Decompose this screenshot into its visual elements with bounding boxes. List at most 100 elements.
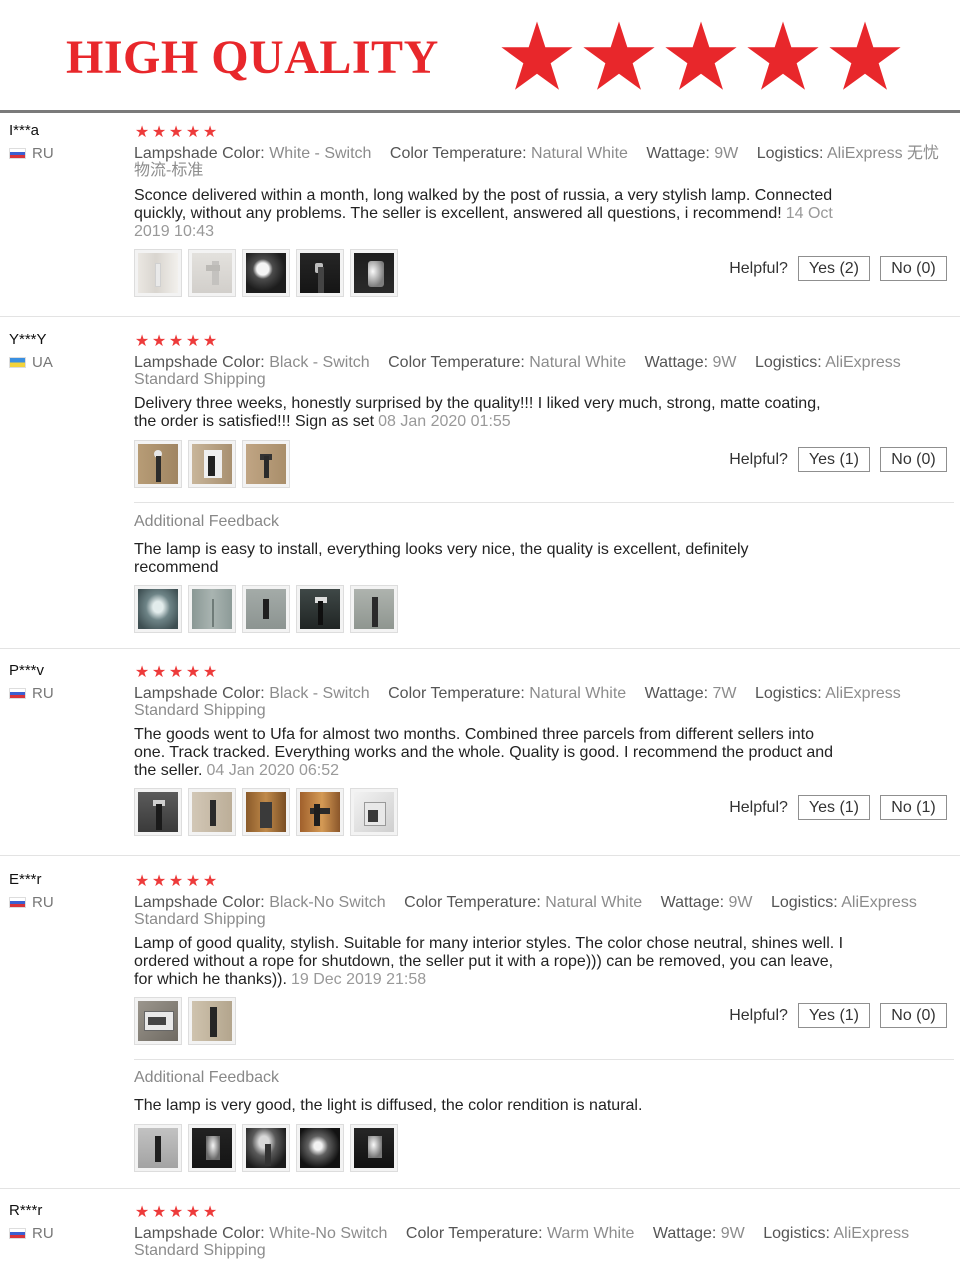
reviewer-country: UA: [9, 354, 53, 371]
review-separator: [0, 648, 960, 649]
lampshade-value: Black - Switch: [269, 685, 370, 702]
lampshade-value: White - Switch: [269, 145, 372, 162]
helpful-no-button[interactable]: No (1): [880, 795, 947, 820]
review-photo[interactable]: [134, 440, 182, 488]
star-icon: ★: [151, 664, 167, 681]
lampshade-value: Black-No Switch: [269, 894, 386, 911]
review-photo[interactable]: [188, 997, 236, 1045]
review-photo[interactable]: [188, 788, 236, 836]
review-separator: [0, 1188, 960, 1189]
additional-feedback-text: The lamp is very good, the light is diff…: [134, 1097, 643, 1114]
photo-gallery: [134, 249, 398, 297]
helpful-no-button[interactable]: No (0): [880, 1003, 947, 1028]
quality-banner: HIGH QUALITY: [0, 0, 960, 113]
star-icon: [747, 21, 819, 90]
star-rating: ★ ★ ★ ★ ★: [134, 125, 218, 141]
review-photo[interactable]: [134, 1124, 182, 1172]
helpful-yes-button[interactable]: Yes (1): [797, 447, 870, 472]
reviewer-country: RU: [9, 145, 54, 162]
review-photo[interactable]: [242, 249, 290, 297]
review-photo[interactable]: [134, 249, 182, 297]
review-photo[interactable]: [242, 585, 290, 633]
review-photo[interactable]: [188, 1124, 236, 1172]
review-photo[interactable]: [242, 788, 290, 836]
review-date: 04 Jan 2020 06:52: [206, 762, 340, 779]
review-photo[interactable]: [296, 249, 344, 297]
country-code: RU: [32, 145, 54, 162]
country-code: UA: [32, 354, 53, 371]
reviewer-name: E***r: [9, 871, 42, 888]
review-photo[interactable]: [188, 249, 236, 297]
review-photo[interactable]: [242, 440, 290, 488]
product-attributes: Lampshade Color: Black - Switch Color Te…: [134, 685, 944, 719]
star-icon: ★: [168, 873, 184, 890]
helpful-label: Helpful?: [729, 259, 788, 277]
helpful-yes-button[interactable]: Yes (1): [797, 795, 870, 820]
star-icon: ★: [185, 664, 201, 681]
temperature-label: Color Temperature:: [388, 354, 525, 371]
review-photo[interactable]: [134, 997, 182, 1045]
wattage-value: 9W: [720, 1225, 745, 1242]
review-photo[interactable]: [296, 788, 344, 836]
helpful-no-button[interactable]: No (0): [880, 256, 947, 281]
wattage-value: 9W: [728, 894, 753, 911]
review-photo[interactable]: [188, 585, 236, 633]
product-attributes: Lampshade Color: Black - Switch Color Te…: [134, 354, 944, 388]
review-photo[interactable]: [350, 585, 398, 633]
review-date: 08 Jan 2020 01:55: [378, 413, 511, 430]
star-icon: ★: [202, 873, 218, 890]
reviewer-country: RU: [9, 1225, 54, 1242]
star-icon: ★: [185, 873, 201, 890]
feedback-separator: [134, 502, 954, 503]
star-rating: ★ ★ ★ ★ ★: [134, 334, 218, 350]
review-photo[interactable]: [242, 1124, 290, 1172]
helpful-yes-button[interactable]: Yes (1): [797, 1003, 870, 1028]
star-icon: ★: [134, 1204, 150, 1221]
helpful-label: Helpful?: [729, 798, 788, 816]
temperature-value: Natural White: [531, 145, 628, 162]
star-icon: ★: [202, 333, 218, 350]
star-icon: ★: [151, 124, 167, 141]
review-body: Lamp of good quality, stylish. Suitable …: [134, 935, 844, 988]
helpful-votes: Helpful? Yes (1) No (0): [729, 1003, 947, 1028]
review-text: Sconce delivered within a month, long wa…: [134, 187, 834, 241]
review-photo[interactable]: [134, 788, 182, 836]
review-photo[interactable]: [350, 788, 398, 836]
wattage-label: Wattage:: [660, 894, 725, 911]
lampshade-label: Lampshade Color:: [134, 894, 265, 911]
feedback-separator: [134, 1059, 954, 1060]
additional-feedback-text: The lamp is easy to install, everything …: [134, 541, 749, 576]
star-icon: ★: [185, 333, 201, 350]
helpful-label: Helpful?: [729, 1006, 788, 1024]
wattage-label: Wattage:: [652, 1225, 717, 1242]
helpful-yes-button[interactable]: Yes (2): [797, 256, 870, 281]
review-photo[interactable]: [350, 1124, 398, 1172]
flag-ru-icon: [9, 688, 26, 699]
country-code: RU: [32, 1225, 54, 1242]
star-icon: ★: [168, 664, 184, 681]
review-photo[interactable]: [188, 440, 236, 488]
review-photo[interactable]: [296, 1124, 344, 1172]
flag-ua-icon: [9, 357, 26, 368]
additional-feedback-title: Additional Feedback: [134, 1069, 279, 1086]
wattage-value: 7W: [712, 685, 737, 702]
product-attributes: Lampshade Color: White - Switch Color Te…: [134, 145, 944, 179]
star-rating: ★ ★ ★ ★ ★: [134, 874, 218, 890]
star-icon: ★: [168, 1204, 184, 1221]
reviewer-name: R***r: [9, 1202, 43, 1219]
lampshade-value: White-No Switch: [269, 1225, 388, 1242]
lampshade-label: Lampshade Color:: [134, 145, 265, 162]
wattage-value: 9W: [712, 354, 737, 371]
helpful-no-button[interactable]: No (0): [880, 447, 947, 472]
reviewer-name: Y***Y: [9, 331, 47, 348]
temperature-value: Warm White: [547, 1225, 635, 1242]
product-attributes: Lampshade Color: Black-No Switch Color T…: [134, 894, 944, 928]
review-photo[interactable]: [296, 585, 344, 633]
temperature-value: Natural White: [529, 354, 627, 371]
review-text: Lamp of good quality, stylish. Suitable …: [134, 935, 854, 989]
review-photo[interactable]: [350, 249, 398, 297]
country-code: RU: [32, 685, 54, 702]
star-icon: ★: [185, 124, 201, 141]
temperature-label: Color Temperature:: [405, 1225, 543, 1242]
review-photo[interactable]: [134, 585, 182, 633]
